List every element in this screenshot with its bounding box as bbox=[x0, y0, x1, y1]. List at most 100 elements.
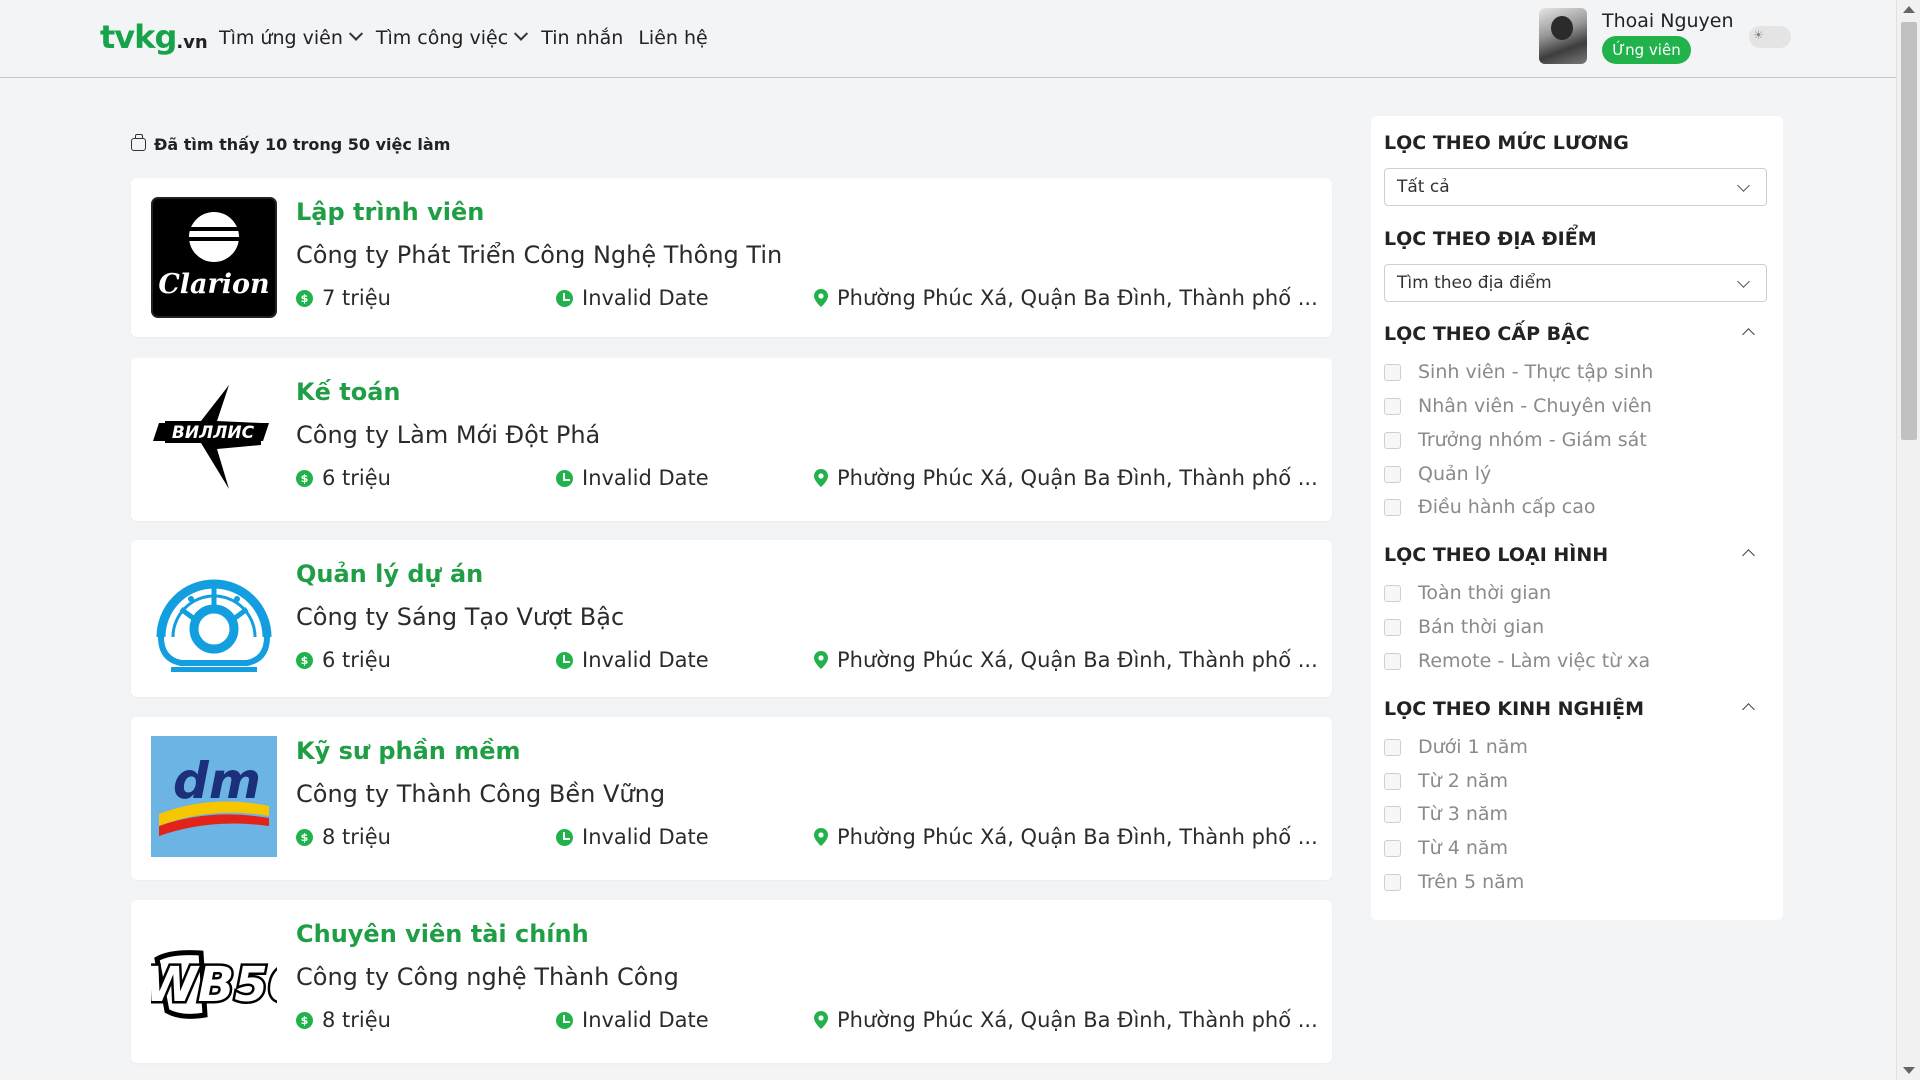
checkbox[interactable] bbox=[1384, 465, 1401, 483]
checkbox-label: Dưới 1 năm bbox=[1418, 736, 1528, 758]
job-title[interactable]: Chuyên viên tài chính bbox=[296, 920, 589, 948]
nav-messages[interactable]: Tin nhắn bbox=[541, 27, 623, 49]
filter-experience-title: LỌC THEO KINH NGHIỆM bbox=[1384, 698, 1644, 720]
checkbox-label: Trên 5 năm bbox=[1418, 871, 1525, 893]
salary-value: 8 triệu bbox=[322, 825, 391, 849]
checkbox-exp-under-1[interactable]: Dưới 1 năm bbox=[1384, 736, 1528, 758]
chevron-up-icon[interactable] bbox=[1742, 549, 1755, 562]
job-card[interactable]: WB56 Chuyên viên tài chính Công ty Công … bbox=[131, 900, 1332, 1063]
checkbox-label: Bán thời gian bbox=[1418, 616, 1545, 638]
checkbox-label: Nhân viên - Chuyên viên bbox=[1418, 395, 1652, 417]
checkbox-level-intern[interactable]: Sinh viên - Thực tập sinh bbox=[1384, 361, 1653, 383]
location: Phường Phúc Xá, Quận Ba Đình, Thành phố … bbox=[814, 1008, 1318, 1032]
company-name[interactable]: Công ty Phát Triển Công Nghệ Thông Tin bbox=[296, 241, 782, 269]
checkbox-exp-4[interactable]: Từ 4 năm bbox=[1384, 837, 1508, 859]
checkbox[interactable] bbox=[1384, 805, 1401, 823]
briefcase-icon bbox=[131, 134, 146, 151]
clock-icon bbox=[556, 1011, 573, 1029]
scroll-thumb[interactable] bbox=[1901, 22, 1917, 440]
checkbox-exp-over-5[interactable]: Trên 5 năm bbox=[1384, 871, 1524, 893]
job-title[interactable]: Lập trình viên bbox=[296, 198, 484, 226]
blue-arch-logo bbox=[151, 559, 277, 680]
location-value: Phường Phúc Xá, Quận Ba Đình, Thành phố … bbox=[837, 466, 1318, 490]
checkbox[interactable] bbox=[1384, 652, 1401, 670]
location-select-placeholder: Tìm theo địa điểm bbox=[1397, 273, 1552, 293]
site-logo[interactable]: tvkg.vn bbox=[100, 18, 208, 56]
salary: $8 triệu bbox=[296, 825, 391, 849]
job-card[interactable]: ВИЛЛИС Kế toán Công ty Làm Mới Đột Phá $… bbox=[131, 358, 1332, 521]
location-select[interactable]: Tìm theo địa điểm bbox=[1384, 264, 1767, 302]
main-nav: Tìm ứng viên Tìm công việc Tin nhắn Liên… bbox=[219, 26, 723, 49]
page-scrollbar[interactable] bbox=[1896, 0, 1920, 1080]
checkbox[interactable] bbox=[1384, 873, 1401, 891]
job-title[interactable]: Kế toán bbox=[296, 378, 400, 406]
checkbox-exp-3[interactable]: Từ 3 năm bbox=[1384, 803, 1508, 825]
location-pin-icon bbox=[814, 651, 828, 669]
date-value: Invalid Date bbox=[582, 825, 709, 849]
checkbox-level-staff[interactable]: Nhân viên - Chuyên viên bbox=[1384, 395, 1652, 417]
dm-logo: dm bbox=[151, 736, 277, 857]
checkbox-type-parttime[interactable]: Bán thời gian bbox=[1384, 616, 1544, 638]
checkbox[interactable] bbox=[1384, 738, 1401, 756]
checkbox-level-lead[interactable]: Trưởng nhóm - Giám sát bbox=[1384, 429, 1647, 451]
filter-salary-title: LỌC THEO MỨC LƯƠNG bbox=[1384, 132, 1629, 154]
logo-main: tvkg bbox=[100, 18, 177, 56]
nav-label: Liên hệ bbox=[638, 27, 708, 49]
checkbox[interactable] bbox=[1384, 839, 1401, 857]
job-card[interactable]: dm Kỹ sư phần mềm Công ty Thành Công Bền… bbox=[131, 717, 1332, 880]
checkbox[interactable] bbox=[1384, 397, 1401, 415]
nav-find-jobs[interactable]: Tìm công việc bbox=[376, 26, 529, 49]
chevron-up-icon[interactable] bbox=[1742, 703, 1755, 716]
checkbox-label: Trưởng nhóm - Giám sát bbox=[1418, 429, 1647, 451]
checkbox-level-executive[interactable]: Điều hành cấp cao bbox=[1384, 496, 1596, 518]
checkbox-type-fulltime[interactable]: Toàn thời gian bbox=[1384, 582, 1551, 604]
scroll-up-arrow-icon[interactable] bbox=[1903, 6, 1915, 13]
chevron-down-icon bbox=[1737, 275, 1750, 288]
location: Phường Phúc Xá, Quận Ba Đình, Thành phố … bbox=[814, 466, 1318, 490]
date-value: Invalid Date bbox=[582, 466, 709, 490]
checkbox[interactable] bbox=[1384, 772, 1401, 790]
clock-icon bbox=[556, 469, 573, 487]
avatar[interactable] bbox=[1539, 8, 1587, 64]
scroll-down-arrow-icon[interactable] bbox=[1903, 1067, 1915, 1074]
salary: $7 triệu bbox=[296, 286, 391, 310]
checkbox[interactable] bbox=[1384, 618, 1401, 636]
chevron-down-icon bbox=[514, 26, 529, 41]
checkbox[interactable] bbox=[1384, 431, 1401, 449]
job-title[interactable]: Quản lý dự án bbox=[296, 560, 483, 588]
checkbox-exp-2[interactable]: Từ 2 năm bbox=[1384, 770, 1508, 792]
clock-icon bbox=[556, 828, 573, 846]
location: Phường Phúc Xá, Quận Ba Đình, Thành phố … bbox=[814, 286, 1318, 310]
company-name[interactable]: Công ty Làm Mới Đột Phá bbox=[296, 421, 600, 449]
job-card[interactable]: Clarion Lập trình viên Công ty Phát Triể… bbox=[131, 178, 1332, 337]
job-title[interactable]: Kỹ sư phần mềm bbox=[296, 737, 521, 765]
salary-select[interactable]: Tất cả bbox=[1384, 168, 1767, 206]
clock-icon bbox=[556, 289, 573, 307]
nav-contact[interactable]: Liên hệ bbox=[638, 27, 707, 49]
chevron-up-icon[interactable] bbox=[1742, 328, 1755, 341]
role-badge: Ứng viên bbox=[1602, 36, 1691, 64]
company-name[interactable]: Công ty Thành Công Bền Vững bbox=[296, 780, 665, 808]
checkbox[interactable] bbox=[1384, 363, 1401, 381]
checkbox-label: Sinh viên - Thực tập sinh bbox=[1418, 361, 1654, 383]
checkbox[interactable] bbox=[1384, 584, 1401, 602]
nav-find-candidates[interactable]: Tìm ứng viên bbox=[219, 26, 363, 49]
checkbox-type-remote[interactable]: Remote - Làm việc từ xa bbox=[1384, 650, 1650, 672]
logo-tld: .vn bbox=[176, 32, 208, 53]
checkbox[interactable] bbox=[1384, 498, 1401, 516]
deadline: Invalid Date bbox=[556, 1008, 709, 1032]
checkbox-level-manager[interactable]: Quản lý bbox=[1384, 463, 1491, 485]
top-header: tvkg.vn Tìm ứng viên Tìm công việc Tin n… bbox=[0, 0, 1896, 78]
deadline: Invalid Date bbox=[556, 648, 709, 672]
salary-value: 6 triệu bbox=[322, 466, 391, 490]
company-name[interactable]: Công ty Sáng Tạo Vượt Bậc bbox=[296, 603, 624, 631]
theme-toggle[interactable] bbox=[1749, 26, 1791, 48]
filter-sidebar: LỌC THEO MỨC LƯƠNG Tất cả LỌC THEO ĐỊA Đ… bbox=[1371, 116, 1783, 920]
user-name[interactable]: Thoai Nguyen bbox=[1602, 10, 1734, 32]
logo-text: ВИЛЛИС bbox=[172, 423, 255, 443]
company-name[interactable]: Công ty Công nghệ Thành Công bbox=[296, 963, 679, 991]
job-card[interactable]: Quản lý dự án Công ty Sáng Tạo Vượt Bậc … bbox=[131, 540, 1332, 697]
dollar-icon: $ bbox=[296, 651, 313, 669]
location: Phường Phúc Xá, Quận Ba Đình, Thành phố … bbox=[814, 648, 1318, 672]
checkbox-label: Từ 3 năm bbox=[1418, 803, 1509, 825]
